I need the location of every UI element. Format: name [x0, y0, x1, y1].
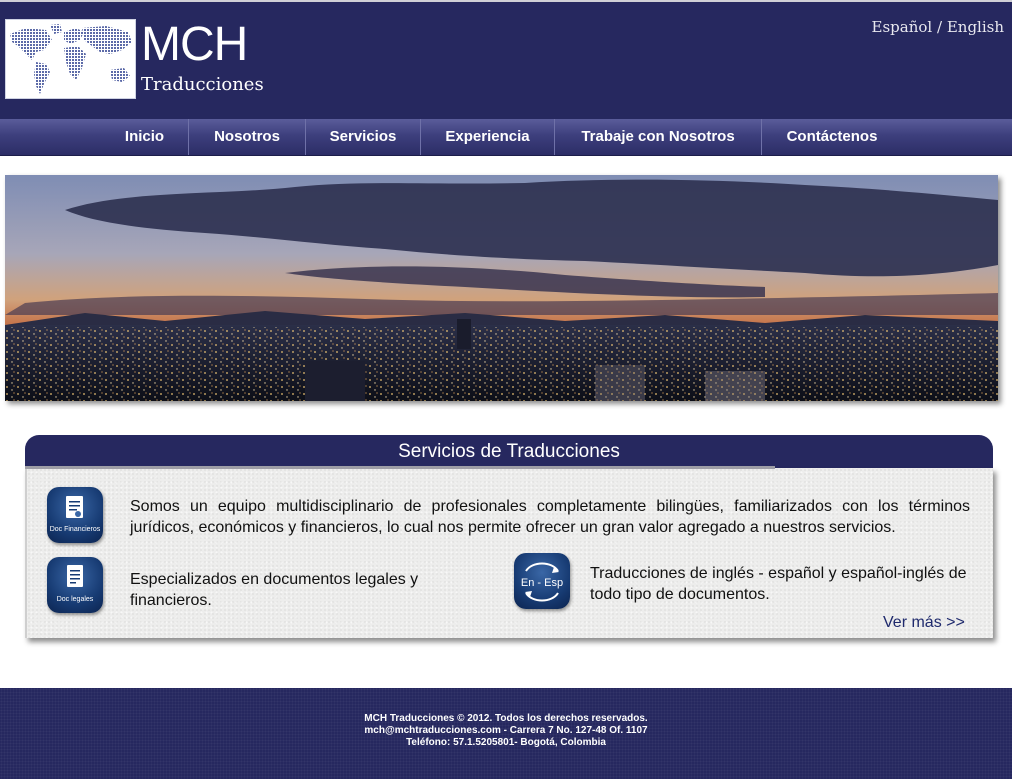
nav-item-contactenos[interactable]: Contáctenos: [762, 119, 902, 155]
en-esp-icon[interactable]: En - Esp: [514, 553, 570, 609]
document-icon: [67, 565, 83, 587]
services-intro-text: Somos un equipo multidisciplinario de pr…: [130, 498, 970, 536]
services-header-bar: Servicios de Traducciones: [25, 435, 993, 468]
site-header: MCH Traducciones Español / English: [0, 0, 1012, 119]
language-en-link[interactable]: English: [947, 18, 1004, 36]
brand-name: MCH: [141, 18, 248, 71]
world-map-icon: [6, 20, 135, 98]
services-title: Servicios de Traducciones: [398, 441, 620, 462]
nav-item-servicios[interactable]: Servicios: [306, 119, 421, 155]
services-panel: [25, 468, 993, 638]
nav-item-experiencia[interactable]: Experiencia: [421, 119, 555, 155]
footer-info: MCH Traducciones © 2012. Todos los derec…: [0, 713, 1012, 749]
doc-financieros-label: Doc Financieros: [49, 526, 101, 533]
nav-item-inicio[interactable]: Inicio: [101, 119, 189, 155]
city-skyline-image: [5, 175, 998, 401]
doc-financieros-icon[interactable]: Doc Financieros: [47, 487, 103, 543]
doc-legales-icon[interactable]: Doc legales: [47, 557, 103, 613]
nav-item-trabaje[interactable]: Trabaje con Nosotros: [555, 119, 762, 155]
hero-city-image: [5, 175, 998, 401]
exchange-icon: En - Esp: [521, 562, 563, 602]
footer-phone: Teléfono: 57.1.5205801- Bogotá, Colombia: [406, 737, 606, 748]
world-map-logo[interactable]: [5, 19, 136, 99]
language-switcher: Español / English: [872, 18, 1004, 36]
nav-item-nosotros[interactable]: Nosotros: [189, 119, 306, 155]
main-nav: Inicio Nosotros Servicios Experiencia Tr…: [0, 119, 1012, 156]
doc-legales-label: Doc legales: [56, 596, 94, 603]
footer-copyright: MCH Traducciones © 2012. Todos los derec…: [364, 713, 648, 724]
title-divider: [25, 466, 775, 469]
language-separator: /: [936, 18, 943, 36]
services-legal-text: Especializados en documentos legales y f…: [130, 571, 419, 609]
services-translation-text: Traducciones de inglés - español y españ…: [590, 565, 967, 603]
language-es-link[interactable]: Español: [872, 18, 933, 36]
footer-contact[interactable]: mch@mchtraducciones.com - Carrera 7 No. …: [0, 725, 1012, 737]
nav-list: Inicio Nosotros Servicios Experiencia Tr…: [101, 119, 902, 155]
en-esp-label: En - Esp: [521, 577, 563, 589]
document-icon: [66, 496, 83, 518]
brand-subtitle: Traducciones: [141, 74, 264, 95]
ver-mas-link[interactable]: Ver más >>: [883, 614, 965, 632]
